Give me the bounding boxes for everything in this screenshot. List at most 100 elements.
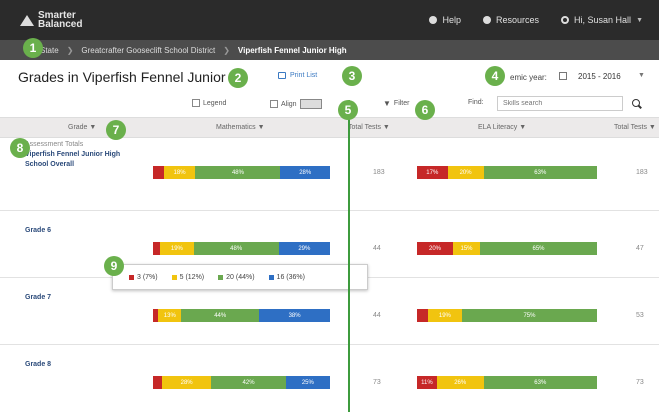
- yellow-swatch-icon: [171, 274, 177, 280]
- ela-total-column-header[interactable]: Total Tests ▼: [614, 124, 656, 131]
- breadcrumb: State ❯ Greatcrafter Gooseclift School D…: [0, 40, 659, 60]
- academic-year-select[interactable]: 2015 - 2016: [578, 72, 621, 81]
- breadcrumb-separator-icon: ❯: [66, 45, 74, 55]
- bar-segment: 29%: [278, 242, 330, 255]
- filter-button[interactable]: ▼ Filter: [383, 99, 409, 108]
- ela-score-bar[interactable]: 19% 75%: [417, 309, 597, 322]
- find-input[interactable]: [497, 96, 623, 111]
- ela-score-bar[interactable]: 11% 26% 63%: [417, 376, 597, 389]
- bar-segment: 28%: [280, 166, 330, 179]
- help-link[interactable]: Help: [429, 15, 461, 25]
- math-score-bar[interactable]: 28% 42% 25%: [153, 376, 330, 389]
- blue-swatch-icon: [268, 274, 274, 280]
- print-button[interactable]: Print List: [278, 72, 317, 79]
- callout-8: 8: [10, 138, 30, 158]
- bar-segment: 38%: [259, 309, 330, 322]
- bar-segment: 75%: [461, 309, 597, 322]
- tooltip-item: 5 (12%): [171, 274, 204, 281]
- bar-segment: [153, 376, 162, 389]
- bar-segment: 44%: [181, 309, 260, 322]
- row-divider: [0, 344, 659, 345]
- callout-2: 2: [228, 68, 248, 88]
- page: Smarter Balanced Help Resources Hi, Susa…: [0, 0, 659, 412]
- ela-total-count: 53: [636, 312, 644, 319]
- row-divider: [0, 210, 659, 211]
- row-name[interactable]: Grade 7: [25, 294, 51, 301]
- bar-segment: 26%: [436, 376, 484, 389]
- bar-segment: 11%: [417, 376, 437, 389]
- filter-label: Filter: [393, 100, 410, 107]
- logo-line-2: Balanced: [38, 19, 83, 30]
- red-swatch-icon: [129, 274, 134, 280]
- row-name[interactable]: Viperfish Fennel Junior High School Over…: [25, 151, 120, 168]
- math-total-count: 183: [373, 169, 385, 176]
- math-score-bar[interactable]: 18% 48% 28%: [153, 166, 330, 179]
- printer-icon: [278, 72, 286, 79]
- smarter-balanced-logo[interactable]: Smarter Balanced: [20, 11, 110, 30]
- callout-5: 5: [338, 100, 358, 120]
- bar-segment: 63%: [483, 376, 597, 389]
- ela-total-count: 183: [636, 169, 648, 176]
- math-column-header[interactable]: Mathematics ▼: [216, 124, 265, 131]
- bar-segment: 48%: [195, 166, 281, 179]
- ela-total-count: 73: [636, 379, 644, 386]
- row-label[interactable]: Grade 8: [25, 360, 145, 370]
- row-name[interactable]: Grade 8: [25, 361, 51, 368]
- resources-link[interactable]: Resources: [483, 15, 539, 25]
- math-score-bar[interactable]: 13% 44% 38%: [153, 309, 330, 322]
- bar-segment: [153, 166, 164, 179]
- align-label: Align: [281, 100, 297, 108]
- callout-6: 6: [415, 100, 435, 120]
- calendar-icon: [559, 72, 567, 80]
- tooltip-item: 3 (7%): [129, 274, 158, 281]
- row-label[interactable]: Grade 7: [25, 293, 145, 303]
- breadcrumb-school: Viperfish Fennel Junior High: [237, 45, 347, 55]
- grade-column-header[interactable]: Grade ▼: [68, 124, 96, 131]
- align-icon: [270, 100, 278, 108]
- breadcrumb-district[interactable]: Greatcrafter Gooseclift School District: [81, 46, 215, 55]
- bar-segment: 19%: [427, 309, 462, 322]
- callout-1: 1: [23, 38, 43, 58]
- bar-segment: 13%: [158, 309, 182, 322]
- bar-segment: 42%: [211, 376, 286, 389]
- legend-checkbox-icon: [192, 99, 200, 107]
- math-total-column-header[interactable]: Total Tests ▼: [348, 124, 390, 131]
- ela-column-header[interactable]: ELA Literacy ▼: [478, 124, 526, 131]
- row-name[interactable]: Grade 6: [25, 227, 51, 234]
- math-total-count: 44: [373, 312, 381, 319]
- callout-7: 7: [106, 120, 126, 140]
- align-toggle[interactable]: Align: [270, 99, 322, 109]
- resources-icon: [483, 16, 491, 24]
- chevron-down-icon: ▼: [636, 16, 643, 24]
- row-label[interactable]: Assessment Totals Viperfish Fennel Junior…: [25, 140, 145, 170]
- bar-segment: 25%: [285, 376, 330, 389]
- bar-segment: 48%: [193, 242, 279, 255]
- print-label: Print List: [290, 72, 318, 79]
- bar-segment: 65%: [480, 242, 597, 255]
- bar-segment: 63%: [483, 166, 597, 179]
- ela-score-bar[interactable]: 20% 15% 65%: [417, 242, 597, 255]
- align-switch[interactable]: [299, 99, 322, 109]
- ela-score-bar[interactable]: 17% 20% 63%: [417, 166, 597, 179]
- bar-segment: 20%: [417, 242, 453, 255]
- tooltip-item: 20 (44%): [218, 274, 255, 281]
- row-label[interactable]: Grade 6: [25, 226, 145, 236]
- chevron-down-icon[interactable]: ▼: [638, 72, 645, 79]
- search-icon[interactable]: [630, 97, 644, 111]
- bar-segment: 15%: [453, 242, 480, 255]
- gear-icon: [561, 16, 570, 24]
- legend-toggle[interactable]: Legend: [192, 99, 226, 107]
- user-menu[interactable]: Hi, Susan Hall ▼: [561, 15, 643, 25]
- academic-year-label: emic year:: [510, 73, 547, 82]
- bar-segment: [153, 242, 161, 255]
- math-score-bar[interactable]: 19% 48% 29%: [153, 242, 330, 255]
- math-total-count: 44: [373, 245, 381, 252]
- tooltip-item: 16 (36%): [268, 274, 305, 281]
- callout-4: 4: [485, 66, 505, 86]
- alignment-guide-line: [348, 100, 350, 412]
- filter-icon: ▼: [383, 99, 391, 108]
- ela-total-count: 47: [636, 245, 644, 252]
- bar-segment: 20%: [447, 166, 484, 179]
- callout-3: 3: [342, 66, 362, 86]
- row-sublabel: Assessment Totals: [25, 141, 84, 148]
